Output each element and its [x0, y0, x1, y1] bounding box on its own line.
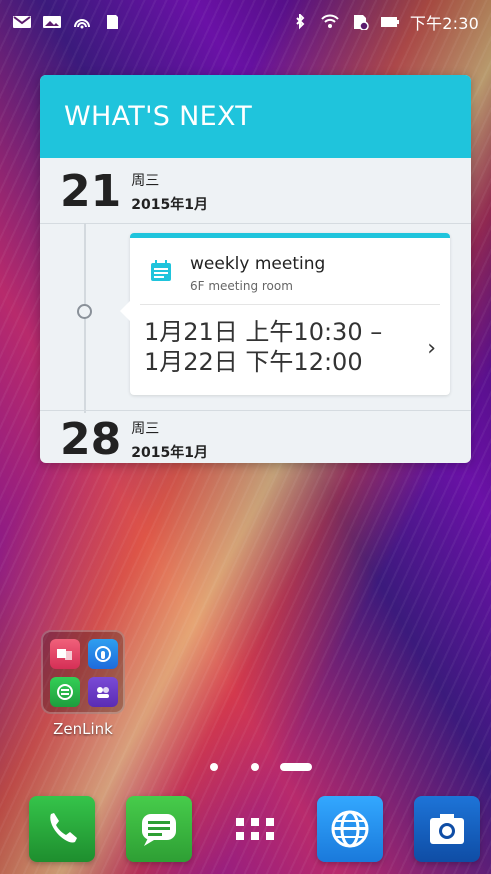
browser-icon[interactable]: [317, 796, 383, 862]
day-month-year: 2015年1月: [131, 197, 208, 213]
day-weekday: 周三: [131, 173, 160, 189]
page-dot-active[interactable]: [280, 763, 312, 771]
wifi-icon: [321, 14, 339, 28]
event-accent-bar: [130, 233, 450, 238]
divider: [40, 410, 471, 411]
day-header-21: 21 周三 2015年1月: [60, 170, 208, 214]
zenlink-folder[interactable]: [41, 630, 125, 714]
event-card[interactable]: weekly meeting 6F meeting room 1月21日 上午1…: [120, 233, 450, 395]
remote-link-icon: [88, 639, 118, 669]
day-number: 28: [60, 414, 122, 463]
messages-icon[interactable]: [126, 796, 192, 862]
event-separator: [140, 304, 440, 305]
image-icon: [43, 16, 61, 28]
event-end: 1月22日 下午12:00: [144, 348, 363, 376]
phone-icon[interactable]: [29, 796, 95, 862]
page-indicator[interactable]: [0, 758, 491, 778]
timeline-dot: [77, 304, 92, 319]
event-location: 6F meeting room: [190, 279, 293, 293]
party-link-icon: [50, 677, 80, 707]
calendar-icon: [151, 260, 171, 281]
sim-icon: [353, 15, 369, 30]
bluetooth-icon: [296, 14, 305, 30]
battery-icon: [380, 17, 399, 27]
day-weekday: 周三: [131, 421, 160, 437]
page-dot[interactable]: [210, 763, 218, 771]
apps-grid-icon[interactable]: [222, 796, 288, 862]
divider: [40, 223, 471, 224]
mail-icon: [13, 16, 31, 28]
pc-link-icon: [88, 677, 118, 707]
page-dot[interactable]: [251, 763, 259, 771]
whats-next-widget[interactable]: WHAT'S NEXT 21 周三 2015年1月 weekly meeting…: [40, 75, 471, 463]
camera-icon[interactable]: [414, 796, 480, 862]
nfc-icon: [74, 19, 90, 29]
event-time: 1月21日 上午10:30 – 1月22日 下午12:00: [144, 317, 382, 377]
clock: 下午2:30: [409, 14, 479, 33]
share-link-icon: [50, 639, 80, 669]
widget-title: WHAT'S NEXT: [40, 75, 471, 158]
day-month-year: 2015年1月: [131, 445, 208, 461]
day-header-28: 28 周三 2015年1月: [60, 418, 208, 462]
status-bar: 下午2:30: [0, 0, 491, 44]
sd-card-icon: [107, 15, 118, 29]
dock: [0, 790, 491, 874]
day-number: 21: [60, 166, 122, 217]
event-start: 1月21日 上午10:30 –: [144, 318, 383, 346]
chevron-right-icon[interactable]: ›: [427, 336, 436, 361]
event-title: weekly meeting: [190, 254, 326, 274]
folder-label: ZenLink: [53, 720, 113, 738]
